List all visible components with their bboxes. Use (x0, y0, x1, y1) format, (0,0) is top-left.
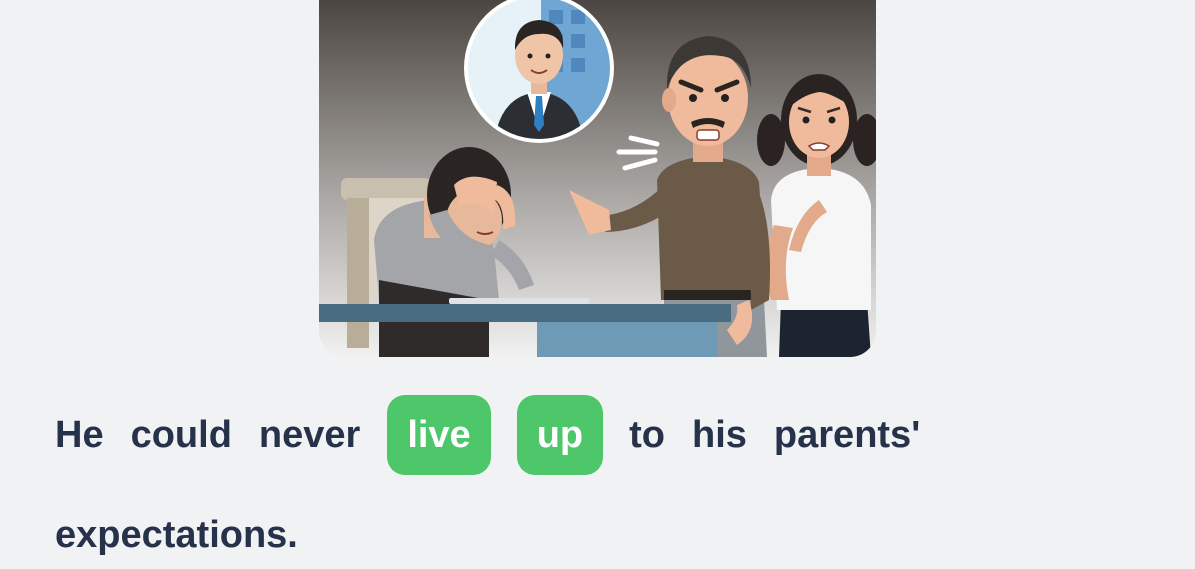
example-sentence: He could never live up to his parents' e… (55, 392, 1055, 556)
sentence-word: parents' (773, 413, 921, 456)
sentence-word: to (629, 413, 666, 456)
sentence-line-2: expectations. (55, 514, 298, 556)
scene-illustration (319, 0, 876, 357)
highlight-word-live[interactable]: live (387, 395, 491, 475)
highlight-word-up[interactable]: up (516, 395, 604, 475)
sentence-line-1: He could never live up to his parents' (55, 392, 1055, 478)
sentence-word: his (692, 413, 747, 456)
sentence-word: never (258, 413, 361, 456)
illustration (319, 0, 876, 357)
sentence-word: He (55, 413, 104, 456)
sentence-word: could (130, 413, 232, 456)
